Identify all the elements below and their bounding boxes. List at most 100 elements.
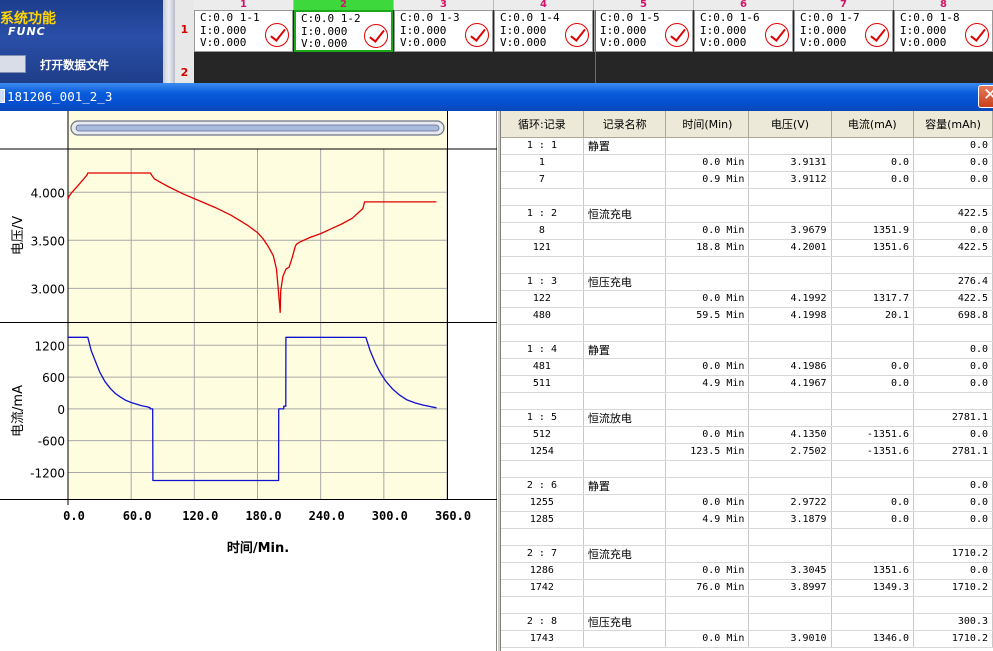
column-header[interactable]: 记录名称 [583, 111, 667, 138]
table-cell: 0.0 [913, 154, 993, 172]
channel-column-header-2[interactable]: 2 [294, 0, 394, 10]
table-cell [831, 256, 915, 274]
table-cell: 0.0 [913, 426, 993, 444]
table-row[interactable]: 8 0.0 Min 3.9679 1351.9 0.0 [501, 222, 993, 240]
current-tick-label: -1200 [30, 466, 65, 480]
channel-column-header-3[interactable]: 3 [394, 0, 494, 10]
table-cell: 0.0 [913, 477, 993, 495]
channel-column-header-8[interactable]: 8 [894, 0, 993, 10]
table-cell [583, 443, 667, 461]
table-cell [831, 341, 915, 359]
table-row[interactable] [501, 528, 993, 546]
x-tick-label: 180.0 [245, 509, 281, 523]
table-cell: 422.5 [913, 205, 993, 223]
table-cell [583, 290, 667, 308]
channel-column-header-6[interactable]: 6 [694, 0, 794, 10]
table-cell [665, 188, 750, 206]
table-row[interactable]: 122 0.0 Min 4.1992 1317.7 422.5 [501, 290, 993, 308]
table-row[interactable]: 1743 0.0 Min 3.9010 1346.0 1710.2 [501, 630, 993, 648]
table-row[interactable]: 2 : 6 静置 0.0 [501, 477, 993, 495]
column-header[interactable]: 电压(V) [748, 111, 832, 138]
table-cell [748, 205, 832, 223]
table-row[interactable]: 1 0.0 Min 3.9131 0.0 0.0 [501, 154, 993, 172]
table-cell [583, 426, 667, 444]
table-row[interactable]: 2 : 8 恒压充电 300.3 [501, 613, 993, 631]
table-cell: 1286 [501, 562, 584, 580]
table-row[interactable]: 481 0.0 Min 4.1986 0.0 0.0 [501, 358, 993, 376]
table-cell: 0.0 [831, 494, 915, 512]
channel-column-header-5[interactable]: 5 [594, 0, 694, 10]
channel-cell[interactable]: C:0.0 1-1 I:0.000 V:0.000 [194, 10, 293, 52]
table-cell: 2.7502 [748, 443, 832, 461]
column-header[interactable]: 时间(Min) [665, 111, 750, 138]
row-number-2[interactable]: 2 [175, 66, 194, 79]
table-cell [501, 188, 584, 206]
table-row[interactable]: 1255 0.0 Min 2.9722 0.0 0.0 [501, 494, 993, 512]
table-row[interactable]: 1 : 5 恒流放电 2781.1 [501, 409, 993, 427]
table-row[interactable]: 1285 4.9 Min 3.1879 0.0 0.0 [501, 511, 993, 529]
channel-cell[interactable]: C:0.0 1-6 I:0.000 V:0.000 [694, 10, 793, 52]
table-row[interactable] [501, 596, 993, 614]
x-tick-label: 0.0 [63, 509, 85, 523]
table-row[interactable] [501, 460, 993, 478]
column-header[interactable]: 循环:记录 [501, 111, 584, 138]
table-row[interactable] [501, 392, 993, 410]
voltage-tick-label: 3.000 [31, 282, 65, 296]
table-cell: 1710.2 [913, 579, 993, 597]
channel-cell[interactable]: C:0.0 1-5 I:0.000 V:0.000 [594, 10, 693, 52]
table-row[interactable]: 7 0.9 Min 3.9112 0.0 0.0 [501, 171, 993, 189]
channel-cell[interactable]: C:0.0 1-7 I:0.000 V:0.000 [794, 10, 893, 52]
table-cell [831, 137, 915, 155]
table-row[interactable]: 480 59.5 Min 4.1998 20.1 698.8 [501, 307, 993, 325]
channel-cell[interactable]: C:0.0 1-2 I:0.000 V:0.000 [294, 10, 393, 52]
table-row[interactable]: 1 : 4 静置 0.0 [501, 341, 993, 359]
chart-panel: 4.000 3.500 3.000 1200 600 0 -600 -1200 0.0 60.0 1… [0, 111, 497, 651]
table-cell: 7 [501, 171, 584, 189]
table-row[interactable]: 512 0.0 Min 4.1350 -1351.6 0.0 [501, 426, 993, 444]
record-table-panel: 循环:记录 记录名称 时间(Min) 电压(V) 电流(mA) 容量(mAh) 1 : 1… [501, 111, 993, 651]
current-tick-label: 1200 [34, 339, 65, 353]
table-cell: 123.5 Min [665, 443, 750, 461]
table-cell [748, 545, 832, 563]
table-cell: 1743 [501, 630, 584, 648]
table-cell [665, 596, 750, 614]
folder-icon[interactable] [0, 55, 26, 73]
column-header[interactable]: 电流(mA) [831, 111, 915, 138]
table-cell: 422.5 [913, 239, 993, 257]
table-cell [748, 613, 832, 631]
table-row[interactable]: 1 : 2 恒流充电 422.5 [501, 205, 993, 223]
row-number-1[interactable]: 1 [175, 23, 194, 36]
table-cell: 0.0 Min [665, 494, 750, 512]
table-cell: 0.0 [831, 358, 915, 376]
x-tick-label: 60.0 [123, 509, 152, 523]
close-button[interactable]: ✕ [978, 85, 993, 108]
channel-cell[interactable]: C:0.0 1-3 I:0.000 V:0.000 [394, 10, 493, 52]
table-cell: 4.1998 [748, 307, 832, 325]
table-row[interactable]: 1 : 3 恒压充电 276.4 [501, 273, 993, 291]
channel-column-header-4[interactable]: 4 [494, 0, 594, 10]
column-header[interactable]: 容量(mAh) [913, 111, 993, 138]
channel-cell[interactable]: C:0.0 1-4 I:0.000 V:0.000 [494, 10, 593, 52]
table-row[interactable]: 1254 123.5 Min 2.7502 -1351.6 2781.1 [501, 443, 993, 461]
table-row[interactable] [501, 324, 993, 342]
table-row[interactable]: 1286 0.0 Min 3.3045 1351.6 0.0 [501, 562, 993, 580]
table-row[interactable]: 1 : 1 静置 0.0 [501, 137, 993, 155]
open-data-file-button[interactable]: 打开数据文件 [40, 57, 109, 73]
table-row[interactable] [501, 188, 993, 206]
table-row[interactable]: 1742 76.0 Min 3.8997 1349.3 1710.2 [501, 579, 993, 597]
table-row[interactable]: 121 18.8 Min 4.2001 1351.6 422.5 [501, 239, 993, 257]
table-cell: 0.9 Min [665, 171, 750, 189]
table-cell: -1351.6 [831, 443, 915, 461]
time-axis-label: 时间/Min. [227, 540, 289, 556]
table-cell: 122 [501, 290, 584, 308]
check-circle-icon [364, 24, 388, 48]
table-cell: 1 : 2 [501, 205, 584, 223]
table-row[interactable]: 2 : 7 恒流充电 1710.2 [501, 545, 993, 563]
table-row[interactable] [501, 256, 993, 274]
table-cell: 1 : 5 [501, 409, 584, 427]
channel-cell[interactable]: C:0.0 1-8 I:0.000 V:0.000 [894, 10, 993, 52]
channel-column-header-1[interactable]: 1 [194, 0, 294, 10]
table-row[interactable]: 511 4.9 Min 4.1967 0.0 0.0 [501, 375, 993, 393]
time-range-scrollbar-thumb [75, 124, 440, 132]
channel-column-header-7[interactable]: 7 [794, 0, 894, 10]
